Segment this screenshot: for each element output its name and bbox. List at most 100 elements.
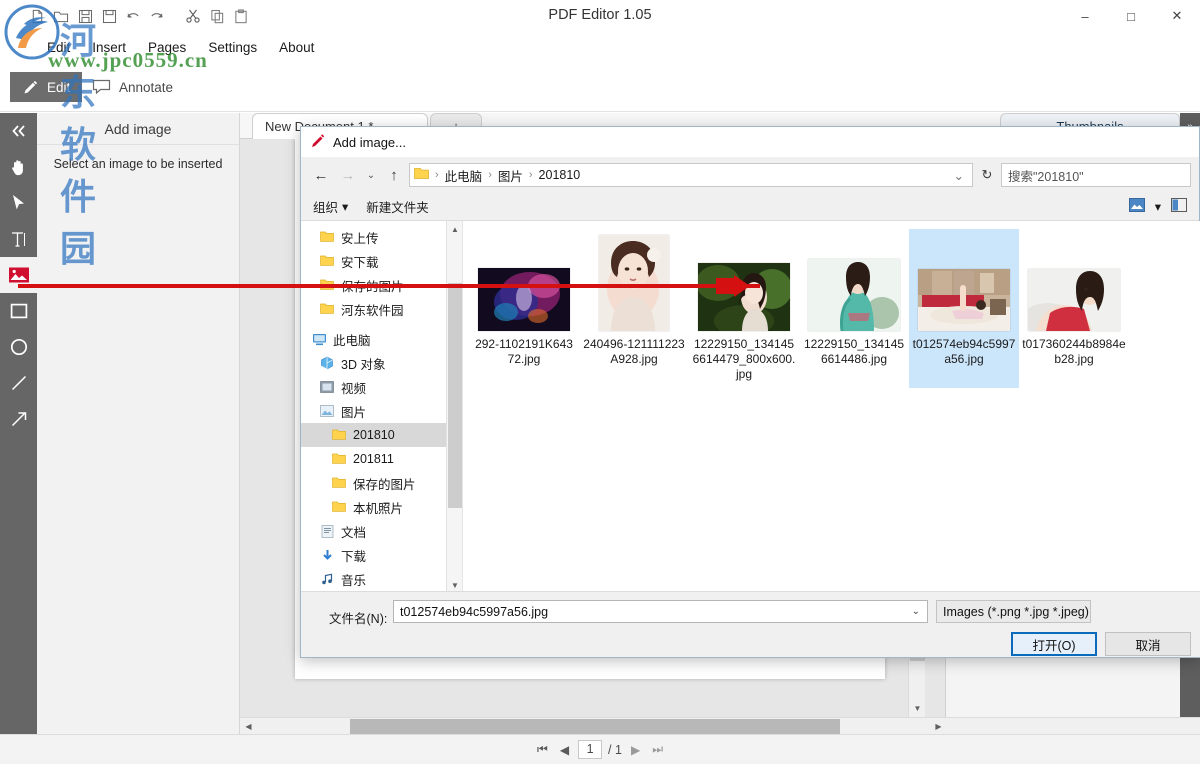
tree-item-downloads[interactable]: 下载 — [301, 543, 446, 567]
chevron-down-icon[interactable]: ⌄ — [912, 606, 920, 617]
file-item[interactable]: 240496-121111223A928.jpg — [579, 229, 689, 388]
pencil-icon — [22, 79, 39, 96]
dialog-navigation-bar: ← → ⌄ ↑ › 此电脑 › 图片 › 201810 ⌄ ↻ 搜索"20181… — [301, 157, 1199, 193]
forward-button[interactable]: → — [336, 163, 360, 187]
tree-scrollbar[interactable]: ▲ ▼ — [446, 221, 462, 593]
view-options: ▾ — [1129, 198, 1187, 215]
filename-value: t012574eb94c5997a56.jpg — [400, 605, 548, 619]
folder-icon — [331, 499, 347, 515]
scroll-right-arrow[interactable]: ▶ — [930, 718, 947, 735]
tree-item-label: 文档 — [341, 522, 366, 541]
tree-item-3[interactable]: 河东软件园 — [301, 297, 446, 321]
change-view-icon[interactable] — [1129, 198, 1145, 215]
scroll-left-arrow[interactable]: ◀ — [240, 718, 257, 735]
back-button[interactable]: ← — [309, 163, 333, 187]
text-tool[interactable] — [0, 221, 37, 257]
file-item[interactable]: t017360244b8984eb28.jpg — [1019, 229, 1129, 388]
redo-icon[interactable] — [146, 5, 168, 27]
tree-item-1[interactable]: 安下载 — [301, 249, 446, 273]
breadcrumb[interactable]: › 此电脑 › 图片 › 201810 ⌄ — [409, 163, 973, 187]
panel-hint: Select an image to be inserted — [37, 145, 239, 183]
menu-item-pages[interactable]: Pages — [137, 36, 197, 59]
file-item-selected[interactable]: t012574eb94c5997a56.jpg — [909, 229, 1019, 388]
file-item[interactable]: 12229150_1341456614486.jpg — [799, 229, 909, 388]
tree-item-label: 安下载 — [341, 252, 379, 271]
file-grid[interactable]: 292-1102191K64372.jpg — [462, 221, 1200, 593]
minimize-button[interactable]: – — [1062, 0, 1108, 32]
file-type-filter[interactable]: Images (*.png *.jpg *.jpeg) — [936, 600, 1091, 623]
tree-scroll-thumb[interactable] — [448, 283, 462, 508]
tree-item-label: 河东软件园 — [341, 300, 404, 319]
folder-tree[interactable]: 安上传 安下载 保存的图片 河东软件园 此电脑 3D 对象 — [301, 221, 446, 593]
organize-button[interactable]: 组织 ▾ — [313, 197, 348, 216]
tree-item-this-pc[interactable]: 此电脑 — [301, 327, 446, 351]
menu-item-insert[interactable]: Insert — [81, 36, 137, 59]
last-page-button[interactable]: ⏭ — [649, 742, 666, 757]
search-input[interactable]: 搜索"201810" — [1001, 163, 1191, 187]
save-as-icon[interactable] — [98, 5, 120, 27]
refresh-button[interactable]: ↻ — [976, 163, 998, 187]
arrow-tool[interactable] — [0, 401, 37, 437]
annotate-mode-button[interactable]: Annotate — [80, 72, 185, 102]
window-controls: – □ ✕ — [1062, 0, 1200, 32]
menu-item-settings[interactable]: Settings — [197, 36, 268, 59]
scroll-down-arrow[interactable]: ▼ — [909, 700, 926, 717]
tree-item-201810[interactable]: 201810 — [301, 423, 446, 447]
tree-scroll-up-arrow[interactable]: ▲ — [447, 221, 463, 237]
cut-icon[interactable] — [182, 5, 204, 27]
tree-item-3d-objects[interactable]: 3D 对象 — [301, 351, 446, 375]
paste-icon[interactable] — [230, 5, 252, 27]
dialog-buttons: 打开(O) 取消 — [301, 623, 1200, 656]
file-item[interactable]: 12229150_1341456614479_800x600.jpg — [689, 229, 799, 388]
new-folder-button[interactable]: 新建文件夹 — [366, 197, 429, 216]
copy-icon[interactable] — [206, 5, 228, 27]
tree-item-pictures[interactable]: 图片 — [301, 399, 446, 423]
open-button[interactable]: 打开(O) — [1011, 632, 1097, 656]
quick-toolbar — [0, 5, 252, 27]
breadcrumb-item-0[interactable]: 此电脑 — [445, 166, 483, 185]
file-item[interactable]: 292-1102191K64372.jpg — [469, 229, 579, 388]
tree-item-0[interactable]: 安上传 — [301, 225, 446, 249]
menu-item-about[interactable]: About — [268, 36, 325, 59]
file-name: 12229150_1341456614479_800x600.jpg — [692, 337, 796, 382]
collapse-panel-button[interactable] — [0, 113, 37, 149]
breadcrumb-item-1[interactable]: 图片 — [498, 166, 523, 185]
hand-tool[interactable] — [0, 149, 37, 185]
preview-pane-icon[interactable] — [1171, 198, 1187, 215]
tree-item-local-photos[interactable]: 本机照片 — [301, 495, 446, 519]
up-button[interactable]: ↑ — [382, 163, 406, 187]
view-dropdown-caret[interactable]: ▾ — [1155, 199, 1161, 214]
tree-item-documents[interactable]: 文档 — [301, 519, 446, 543]
tree-item-saved-pictures[interactable]: 保存的图片 — [301, 471, 446, 495]
canvas-horizontal-scrollbar[interactable]: ◀ ▶ — [240, 717, 1200, 734]
close-button[interactable]: ✕ — [1154, 0, 1200, 32]
filename-input[interactable]: t012574eb94c5997a56.jpg ⌄ — [393, 600, 928, 623]
menu-item-edit[interactable]: Edit — [36, 36, 81, 59]
rectangle-tool[interactable] — [0, 293, 37, 329]
page-number-input[interactable]: 1 — [578, 740, 602, 759]
recent-locations-button[interactable]: ⌄ — [363, 163, 379, 187]
new-folder-label: 新建文件夹 — [366, 197, 429, 216]
tree-item-201811[interactable]: 201811 — [301, 447, 446, 471]
line-tool[interactable] — [0, 365, 37, 401]
breadcrumb-sep-3: › — [526, 169, 536, 181]
edit-mode-button[interactable]: Edit — [10, 72, 82, 102]
next-page-button[interactable]: ▶ — [628, 743, 643, 757]
breadcrumb-item-2[interactable]: 201810 — [539, 168, 581, 182]
first-page-button[interactable]: ⏮ — [534, 742, 551, 757]
dialog-title-text: Add image... — [333, 135, 406, 150]
select-tool[interactable] — [0, 185, 37, 221]
cancel-button[interactable]: 取消 — [1105, 632, 1191, 656]
horizontal-scroll-thumb[interactable] — [350, 719, 840, 734]
tree-item-music[interactable]: 音乐 — [301, 567, 446, 591]
file-thumbnail — [476, 235, 572, 331]
new-document-icon[interactable] — [26, 5, 48, 27]
tree-item-videos[interactable]: 视频 — [301, 375, 446, 399]
open-folder-icon[interactable] — [50, 5, 72, 27]
maximize-button[interactable]: □ — [1108, 0, 1154, 32]
previous-page-button[interactable]: ◀ — [557, 743, 572, 757]
save-icon[interactable] — [74, 5, 96, 27]
undo-icon[interactable] — [122, 5, 144, 27]
breadcrumb-dropdown[interactable]: ⌄ — [954, 168, 968, 183]
ellipse-tool[interactable] — [0, 329, 37, 365]
